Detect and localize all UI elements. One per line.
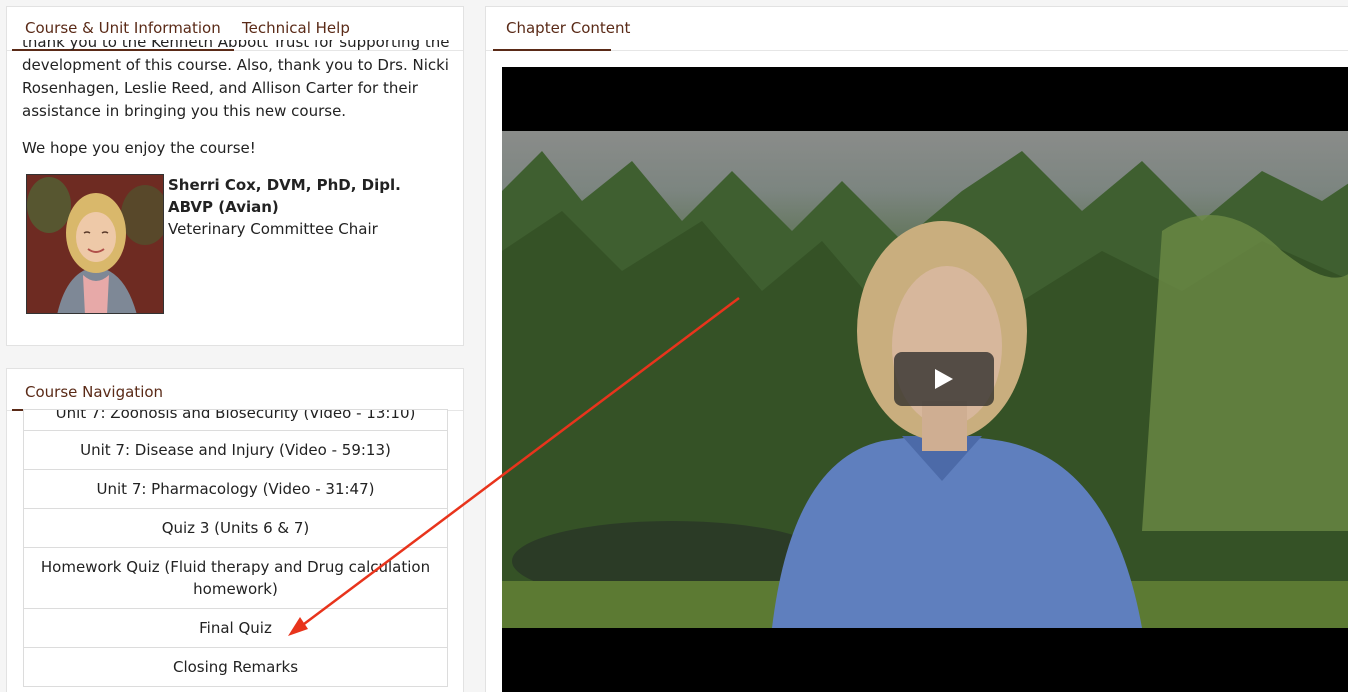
annotation-arrow	[288, 296, 740, 636]
